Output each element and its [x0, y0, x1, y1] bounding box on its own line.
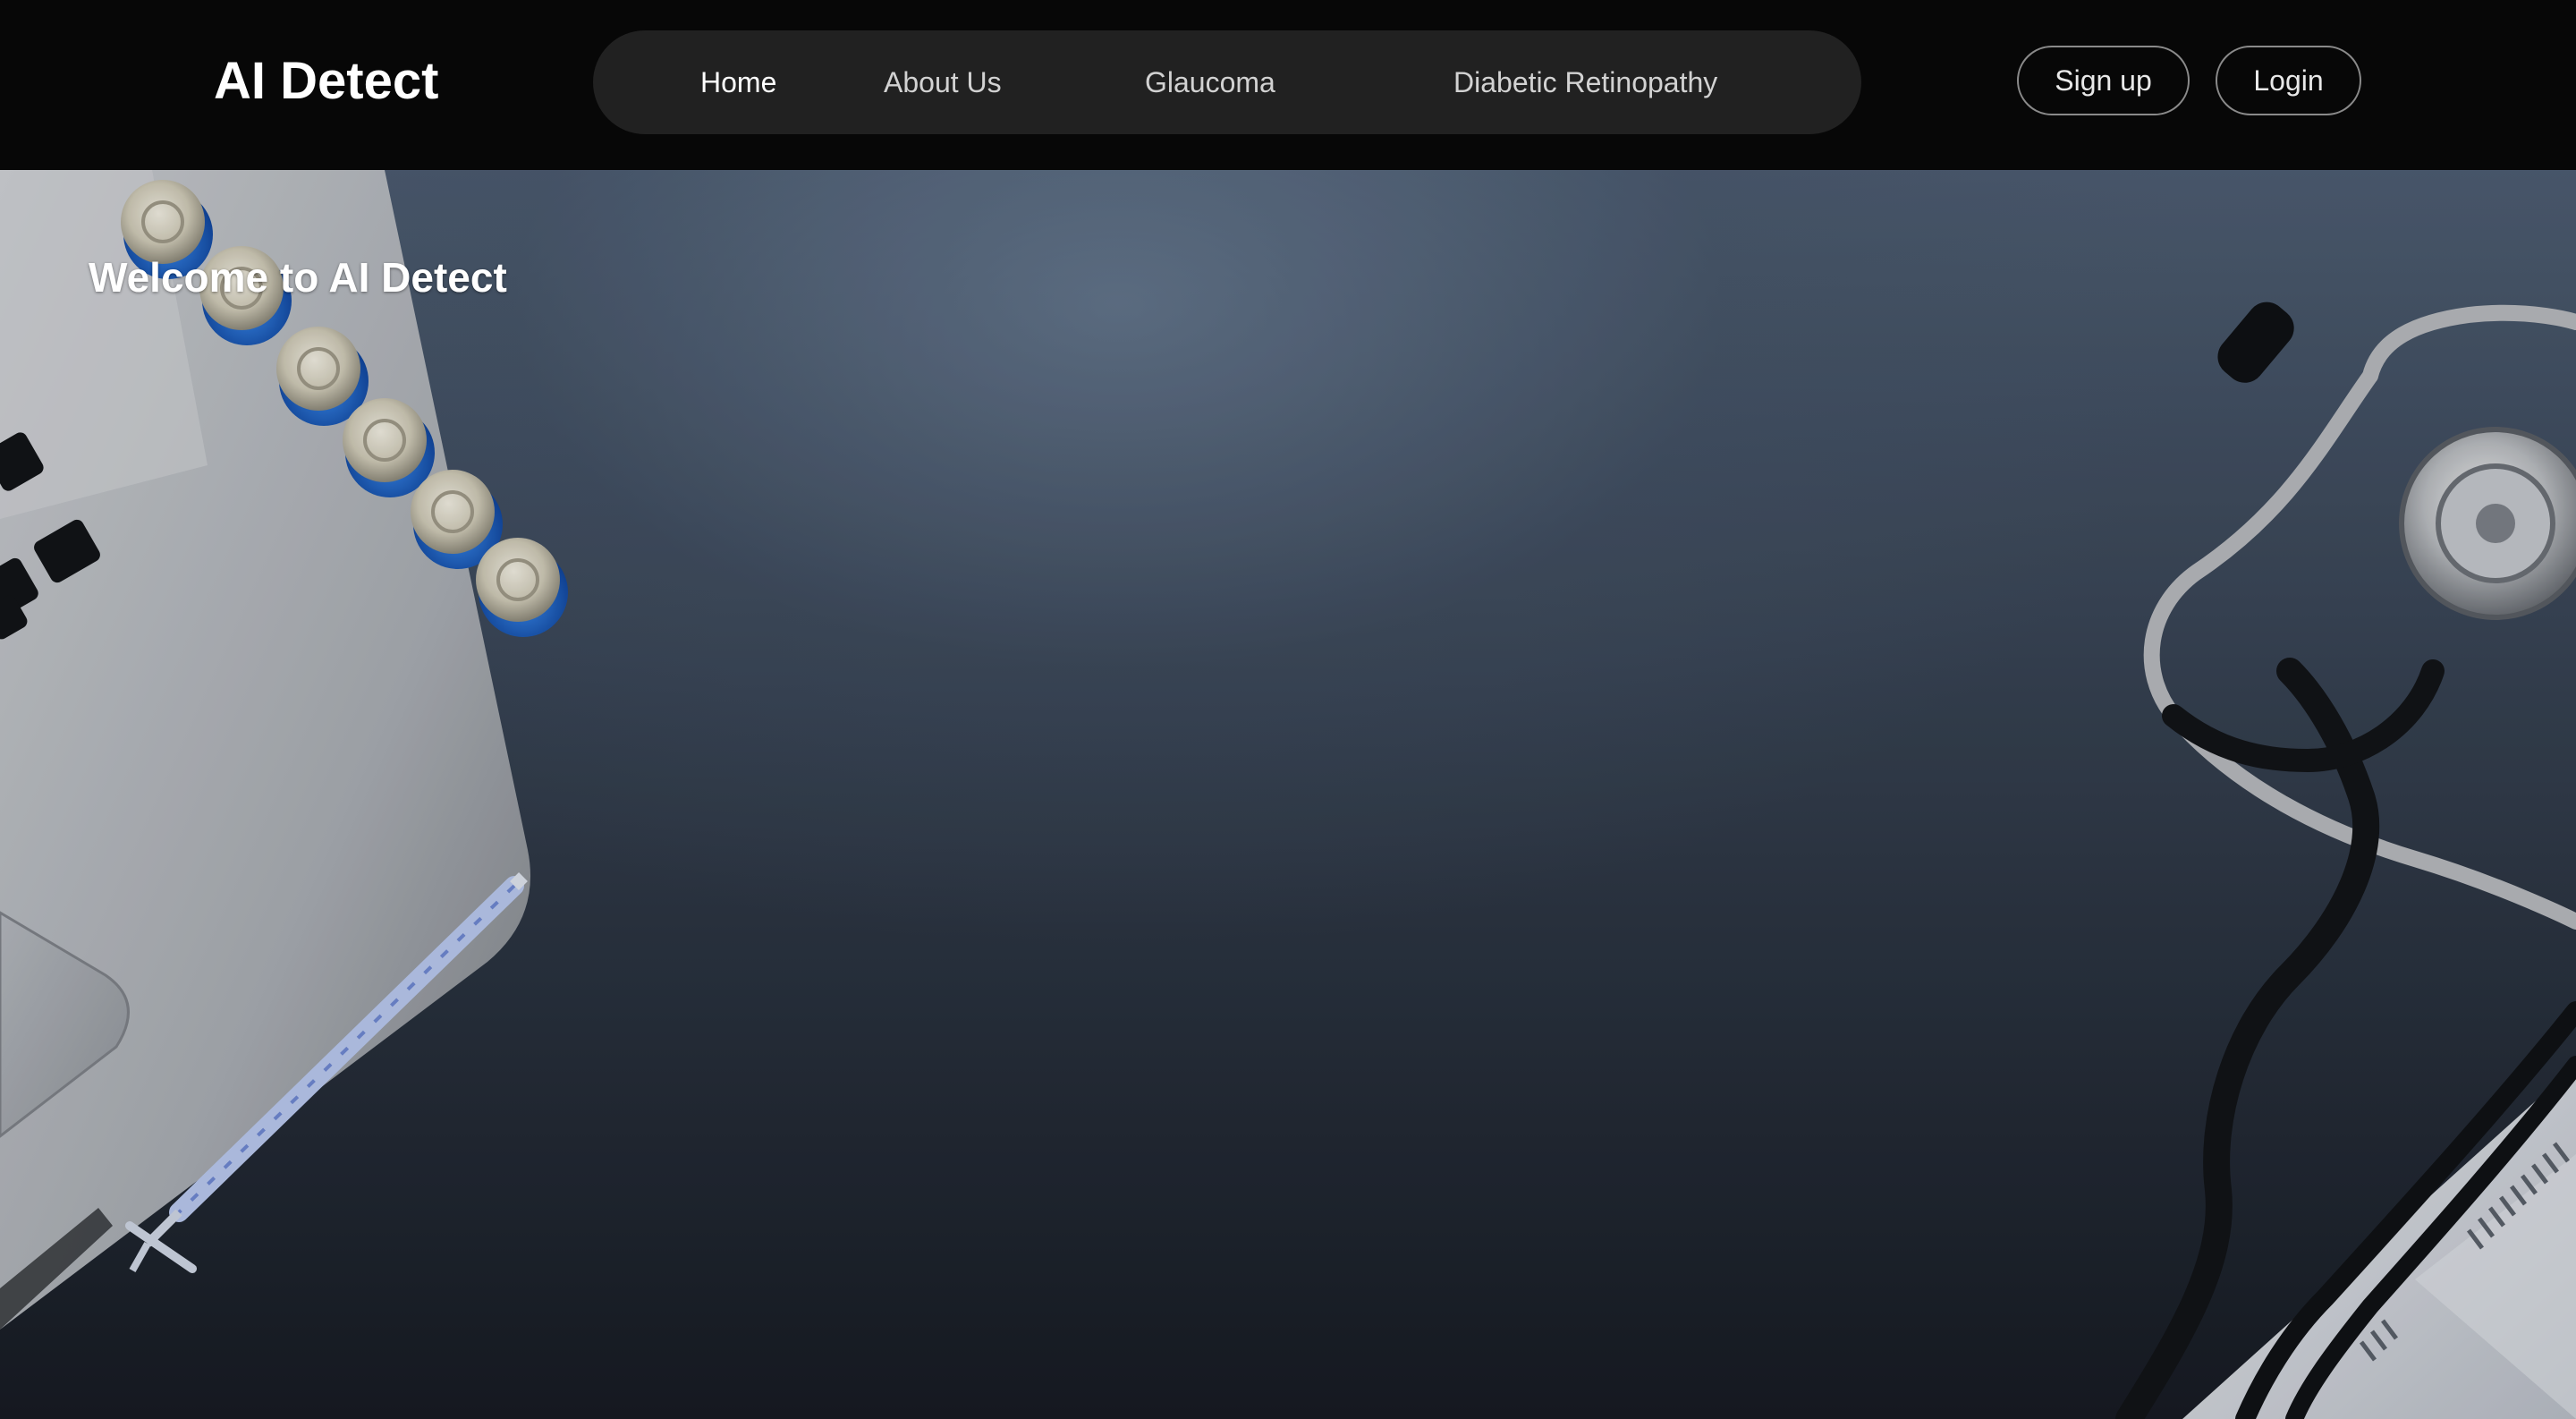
brand-logo[interactable]: AI Detect: [214, 48, 438, 115]
nav-link-about-us[interactable]: About Us: [884, 30, 1002, 134]
hero-title: Welcome to AI Detect: [89, 253, 507, 301]
hero-background-image: [0, 170, 2576, 1419]
main-nav: Home About Us Glaucoma Diabetic Retinopa…: [593, 30, 1861, 134]
nav-link-home[interactable]: Home: [700, 30, 776, 134]
top-navbar: AI Detect Home About Us Glaucoma Diabeti…: [0, 0, 2576, 170]
login-button[interactable]: Login: [2216, 46, 2361, 115]
nav-link-glaucoma[interactable]: Glaucoma: [1145, 30, 1275, 134]
signup-button[interactable]: Sign up: [2017, 46, 2190, 115]
nav-link-diabetic-retinopathy[interactable]: Diabetic Retinopathy: [1453, 30, 1717, 134]
page: AI Detect Home About Us Glaucoma Diabeti…: [0, 0, 2576, 1419]
hero-section: Welcome to AI Detect: [0, 170, 2576, 1419]
